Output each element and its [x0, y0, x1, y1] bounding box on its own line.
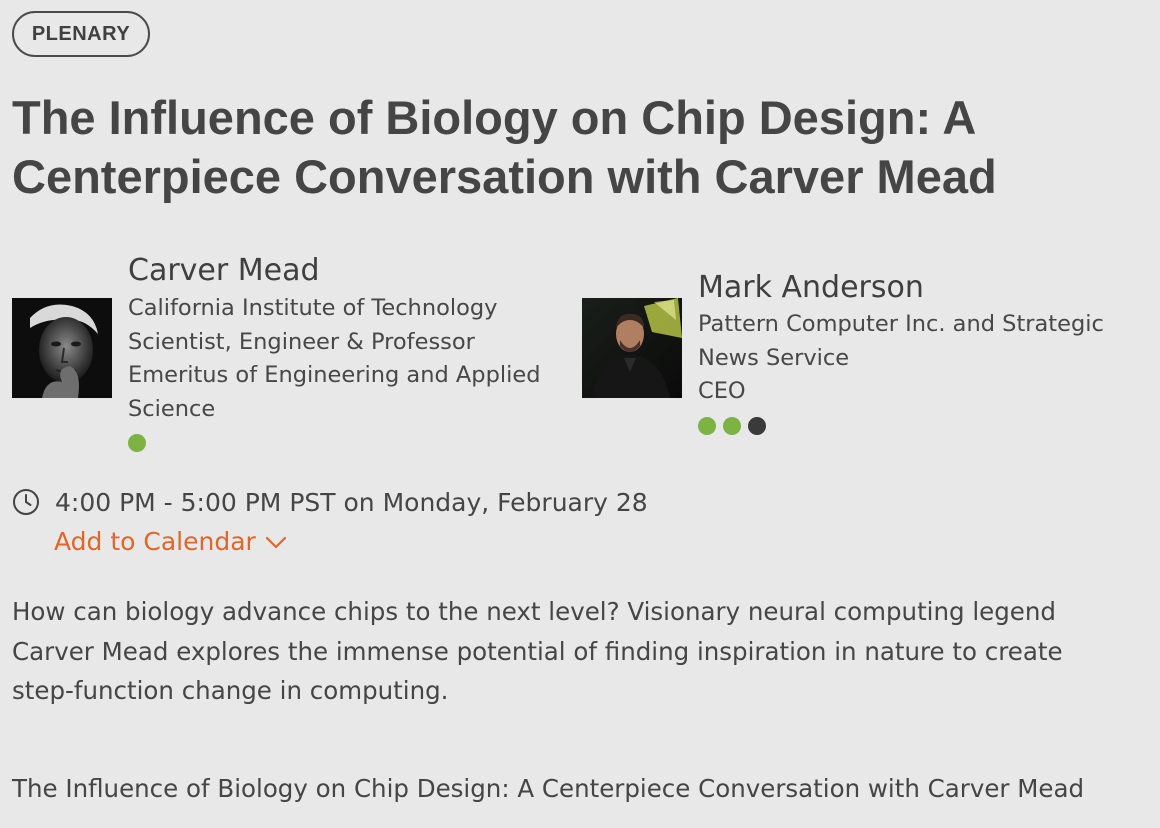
- session-title-line: Centerpiece Conversation with Carver Mea…: [12, 150, 997, 203]
- speaker-track-dots: [698, 417, 766, 435]
- speaker-info-line: California Institute of Technology: [128, 295, 498, 321]
- track-dot: [128, 434, 146, 452]
- session-time-row: 4:00 PM - 5:00 PM PST on Monday, Februar…: [12, 484, 648, 520]
- clock-icon: [13, 489, 39, 515]
- track-dot: [723, 417, 741, 435]
- speaker-info-line: CEO: [698, 378, 746, 404]
- session-title-repeat: The Influence of Biology on Chip Design:…: [12, 774, 1085, 803]
- speaker-photo-carver-mead[interactable]: [12, 298, 112, 398]
- track-dot: [748, 417, 766, 435]
- speaker-info-line: Scientist, Engineer & Professor: [128, 328, 475, 355]
- description-line: Carver Mead explores the immense potenti…: [12, 636, 1063, 666]
- session-title: The Influence of Biology on Chip Design:…: [12, 88, 1152, 206]
- session-description: How can biology advance chips to the nex…: [12, 592, 1152, 711]
- add-to-calendar-label: Add to Calendar: [54, 527, 256, 556]
- speaker-info-line: Science: [128, 395, 216, 422]
- session-time: 4:00 PM - 5:00 PM PST on Monday, Februar…: [55, 487, 648, 517]
- description-line: step-function change in computing.: [12, 676, 449, 705]
- speaker-name[interactable]: Mark Anderson: [698, 271, 924, 305]
- chevron-down-icon: [265, 536, 286, 549]
- track-dot: [698, 417, 716, 435]
- speaker-info-line: Pattern Computer Inc. and Strategic: [698, 311, 1104, 337]
- speaker-track-dots: [128, 434, 146, 452]
- speaker-info: California Institute of Technology Scien…: [128, 292, 541, 426]
- speaker-name[interactable]: Carver Mead: [128, 254, 320, 288]
- speaker-info-line: News Service: [698, 344, 850, 371]
- description-line: How can biology advance chips to the nex…: [12, 597, 1056, 626]
- speaker-photo-mark-anderson[interactable]: [582, 298, 682, 398]
- session-type-badge: PLENARY: [12, 11, 150, 57]
- add-to-calendar-link[interactable]: Add to Calendar: [54, 524, 287, 560]
- speaker-info: Pattern Computer Inc. and Strategic News…: [698, 308, 1104, 409]
- speaker-info-line: Emeritus of Engineering and Applied: [128, 362, 541, 388]
- session-title-line: The Influence of Biology on Chip Design:…: [12, 91, 977, 144]
